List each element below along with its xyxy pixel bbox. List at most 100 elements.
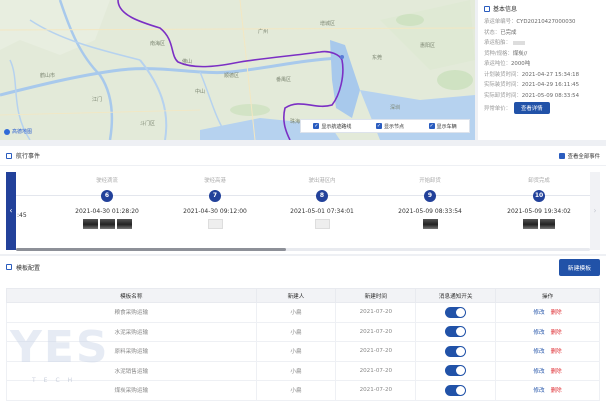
event-item[interactable]: 开始卸货 9 2021-05-09 08:33:54 <box>385 176 475 229</box>
table-row: 粮食采购运输 小扁 2021-07-20 修改 删除 <box>6 302 600 323</box>
event-photo[interactable] <box>314 219 330 229</box>
info-value: 2021-05-09 08:33:54 <box>521 92 580 99</box>
info-icon <box>484 5 490 12</box>
edit-link[interactable]: 修改 <box>533 349 544 355</box>
map-legend: ✓ 显示航迹路线 ✓ 显示节点 ✓ 显示车辆 <box>300 119 470 133</box>
templates-header: 模板配置 新建模板 <box>0 256 606 278</box>
info-row: 货种/规格： 煤炭// <box>478 49 606 60</box>
event-photo[interactable] <box>207 219 223 229</box>
info-row: 承运单编号： CYD20210427000030 <box>478 17 606 28</box>
notify-toggle[interactable] <box>445 345 467 357</box>
events-title: 航行事件 <box>16 153 41 160</box>
template-time: 2021-07-20 <box>335 341 417 362</box>
edit-link[interactable]: 修改 <box>533 388 544 394</box>
voyage-events-panel: 航行事件 查看全部事件 ‹ › :45 驶经滴流 6 2021-04-30 01… <box>0 146 606 254</box>
edit-link[interactable]: 修改 <box>533 330 544 336</box>
template-time: 2021-07-20 <box>335 380 417 401</box>
event-number: 8 <box>316 190 328 202</box>
notify-toggle[interactable] <box>445 365 467 377</box>
event-photo[interactable] <box>116 219 132 229</box>
column-header: 操作 <box>495 288 600 303</box>
info-key: 承运船舶： <box>484 40 511 46</box>
delete-link[interactable]: 删除 <box>551 349 562 355</box>
legend-label: 显示节点 <box>383 123 404 130</box>
watermark-logo: YES <box>10 322 110 373</box>
template-creator: 小扁 <box>255 321 337 342</box>
map-label: 佛山 <box>182 59 193 65</box>
map-label: 增城区 <box>320 21 336 27</box>
delete-link[interactable]: 删除 <box>551 310 562 316</box>
route-node <box>340 55 344 59</box>
edit-link[interactable]: 修改 <box>533 369 544 375</box>
watermark-sub: TECH <box>32 377 81 384</box>
timeline-next-button[interactable]: › <box>590 172 600 250</box>
event-number: 6 <box>101 190 113 202</box>
actions-cell: 修改 删除 <box>495 341 600 362</box>
info-row: 计划装货时间： 2021-04-27 15:34:18 <box>478 70 606 81</box>
event-photo[interactable] <box>82 219 98 229</box>
info-row: 承运吨位： 2000吨 <box>478 59 606 70</box>
info-key: 承运吨位： <box>484 61 511 67</box>
event-photo[interactable] <box>422 219 438 229</box>
event-name: 驶经滴流 <box>96 178 118 184</box>
template-creator: 小扁 <box>255 360 337 381</box>
event-time: 2021-05-09 19:34:02 <box>507 208 571 215</box>
map-logo-text: 高德地图 <box>12 129 33 135</box>
info-row: 状态： 已完成 <box>478 28 606 39</box>
notify-toggle-cell <box>415 380 497 401</box>
map-logo: 高德地图 <box>4 128 32 135</box>
event-photos <box>277 219 367 229</box>
basic-info-panel: 基本信息 承运单编号： CYD20210427000030 状态： 已完成 承运船舶… <box>478 0 606 140</box>
event-photos <box>494 219 584 229</box>
checkmark-icon: ✓ <box>375 123 382 129</box>
event-item[interactable]: 驶经滴流 6 2021-04-30 01:28:20 <box>62 176 152 229</box>
notify-toggle[interactable] <box>445 326 467 338</box>
view-details-button[interactable]: 查看详情 <box>513 102 550 114</box>
edit-link[interactable]: 修改 <box>533 310 544 316</box>
map-label: 顺德区 <box>224 73 240 79</box>
delete-link[interactable]: 删除 <box>551 369 562 375</box>
event-number: 7 <box>209 190 221 202</box>
template-time: 2021-07-20 <box>335 360 417 381</box>
timeline-scrollbar-thumb[interactable] <box>16 248 286 251</box>
map-label: 南海区 <box>150 41 166 47</box>
event-photo[interactable] <box>99 219 115 229</box>
event-name: 驶经高港 <box>204 178 226 184</box>
event-item[interactable]: 驶出港区内 8 2021-05-01 07:34:01 <box>277 176 367 229</box>
toggle-vehicles-checkbox[interactable]: ✓ 显示车辆 <box>428 123 457 130</box>
event-item[interactable]: 驶经高港 7 2021-04-30 09:12:00 <box>170 176 260 229</box>
toggle-route-checkbox[interactable]: ✓ 显示航迹路线 <box>313 123 351 130</box>
info-key: 实际卸货时间： <box>484 92 522 99</box>
route-map[interactable]: 广州 佛山 中山 番禺区 东莞 深圳 江门 南海区 顺德区 增城区 惠阳区 珠海… <box>0 0 475 140</box>
toggle-knob <box>456 327 466 337</box>
map-label: 惠阳区 <box>420 43 436 49</box>
redacted-value <box>512 41 525 45</box>
list-icon <box>558 152 565 159</box>
event-photo[interactable] <box>523 219 538 229</box>
toggle-nodes-checkbox[interactable]: ✓ 显示节点 <box>375 123 404 130</box>
delete-link[interactable]: 删除 <box>551 330 562 336</box>
event-item[interactable]: 卸货完成 10 2021-05-09 19:34:02 <box>494 176 584 229</box>
map-label: 珠海 <box>290 119 301 125</box>
notify-toggle[interactable] <box>445 384 467 396</box>
table-header-row: 模板名称 新建人 新建时间 消息通知开关 操作 <box>6 288 600 303</box>
notify-toggle-cell <box>415 360 497 381</box>
info-key: 货种/规格： <box>484 50 513 57</box>
checkmark-icon: ✓ <box>428 123 435 129</box>
event-photos <box>385 219 475 229</box>
notify-toggle[interactable] <box>445 306 467 318</box>
events-header: 航行事件 查看全部事件 <box>0 146 606 166</box>
timeline-prev-button[interactable]: ‹ <box>6 172 16 250</box>
new-template-button[interactable]: 新建模板 <box>558 258 600 276</box>
event-photos <box>170 219 260 229</box>
event-photo[interactable] <box>540 219 555 229</box>
checkmark-icon: ✓ <box>313 123 320 129</box>
legend-label: 显示航迹路线 <box>321 123 352 130</box>
event-time: 2021-04-30 01:28:20 <box>75 208 139 215</box>
delete-link[interactable]: 删除 <box>551 388 562 394</box>
column-header: 新建时间 <box>335 288 417 303</box>
event-time: 2021-04-30 09:12:00 <box>183 208 247 215</box>
info-key: 计划装货时间： <box>484 71 522 78</box>
toggle-knob <box>456 385 466 395</box>
view-all-events-link[interactable]: 查看全部事件 <box>558 152 600 160</box>
